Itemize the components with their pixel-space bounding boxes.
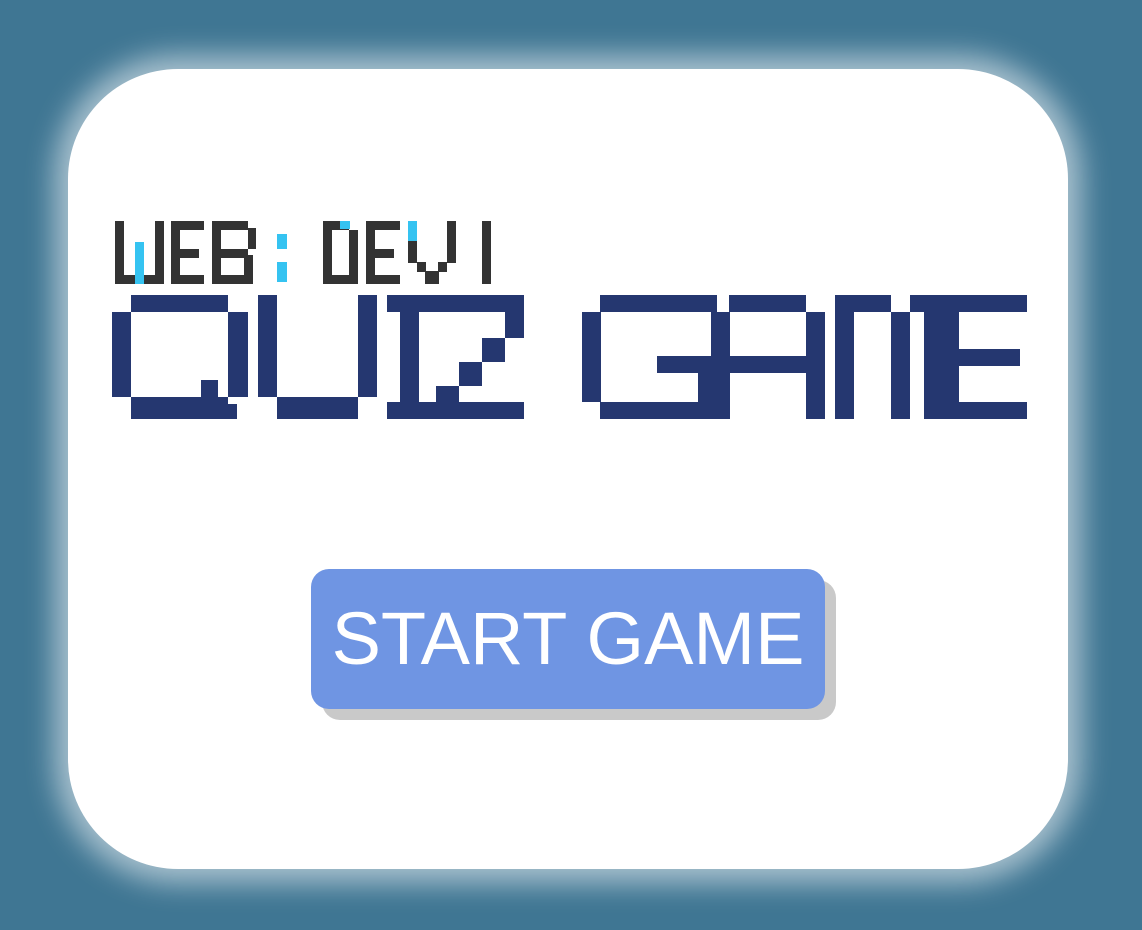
pixel-letter-u [258,295,377,419]
pixel-colon-top [277,234,287,249]
pixel-letter-w-mid [135,242,144,284]
title-card [68,69,1068,869]
pixel-letter-m [835,295,943,419]
logo-web-dev-line [115,221,491,284]
logo-quiz-game-line [112,295,1027,419]
pixel-letter-g [582,295,717,419]
pixel-letter-e2 [366,221,400,284]
start-game-button[interactable]: START GAME [311,569,825,709]
pixel-letter-e1 [171,221,204,284]
pixel-letter-z [421,295,524,419]
pixel-letter-v [408,221,491,284]
pixel-logo-graphic [112,221,1027,419]
pixel-letter-e3 [940,295,1027,419]
pixel-letter-a [711,295,825,419]
pixel-letter-i [387,295,431,419]
pixel-letter-q [112,295,248,419]
pixel-colon-bottom [277,262,287,282]
pixel-letter-b [212,221,253,284]
pixel-letter-d [323,221,358,284]
game-logo: WEB : D E V QUIZ GAME [112,218,1027,423]
